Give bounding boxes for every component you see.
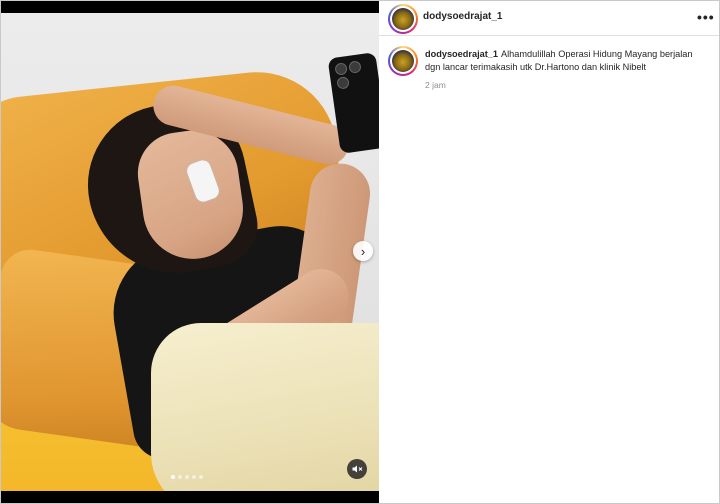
carousel-dot (199, 475, 203, 479)
chevron-right-icon: › (360, 243, 366, 259)
header-username[interactable]: dodysoedrajat_1 (423, 11, 502, 22)
instagram-post-window: › dodysoedrajat_1 ••• dodysoedrajat_1 Alh… (0, 0, 720, 504)
blanket (151, 323, 379, 491)
carousel-dot (192, 475, 196, 479)
post-caption: dodysoedrajat_1 Alhamdulillah Operasi Hid… (425, 48, 705, 74)
post-timestamp[interactable]: 2 jam (425, 80, 446, 90)
post-photo (1, 13, 379, 491)
carousel-next-button[interactable]: › (353, 241, 373, 261)
caption-username[interactable]: dodysoedrajat_1 (425, 49, 498, 59)
avatar[interactable] (388, 4, 418, 34)
more-options-icon[interactable]: ••• (697, 9, 715, 25)
carousel-indicator (171, 475, 203, 479)
caption-avatar[interactable] (388, 46, 418, 76)
carousel-dot (185, 475, 189, 479)
post-details-panel: dodysoedrajat_1 ••• dodysoedrajat_1 Alham… (379, 1, 719, 503)
speaker-muted-icon (352, 465, 363, 473)
carousel-dot (178, 475, 182, 479)
mute-button[interactable] (347, 459, 367, 479)
post-media-panel: › (1, 1, 379, 503)
carousel-dot (171, 475, 175, 479)
post-header: dodysoedrajat_1 ••• (379, 1, 719, 36)
